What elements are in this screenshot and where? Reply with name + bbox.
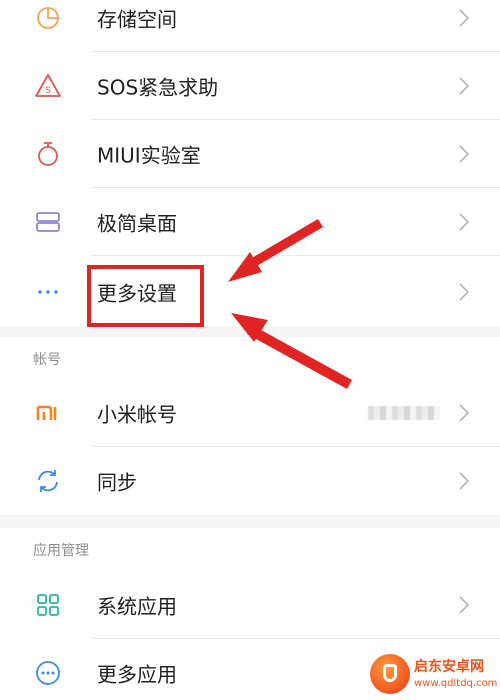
- chevron-right-icon: [458, 76, 470, 96]
- chevron-right-icon: [458, 282, 470, 302]
- site-watermark: 启东安卓网 www.qdltdq.com: [368, 652, 498, 698]
- sync-icon: [34, 467, 62, 495]
- settings-item-label: SOS紧急求助: [97, 75, 219, 100]
- section-title: 帐号: [33, 352, 61, 368]
- settings-item-label: 极简桌面: [97, 211, 177, 236]
- watermark-url: www.qdltdq.com: [414, 678, 498, 689]
- settings-item-sos[interactable]: S SOS紧急求助: [0, 52, 500, 120]
- section-header-app-management: 应用管理: [0, 528, 500, 570]
- settings-item-label: 更多应用: [97, 662, 177, 687]
- settings-item-storage[interactable]: 存储空间: [0, 0, 500, 52]
- more-apps-icon: [34, 659, 62, 687]
- settings-item-more-settings[interactable]: 更多设置: [0, 258, 500, 326]
- settings-item-sync[interactable]: 同步: [0, 447, 500, 515]
- settings-item-label: 系统应用: [97, 594, 177, 619]
- section-gap: [0, 515, 500, 528]
- svg-text:S: S: [45, 86, 51, 96]
- watermark-title: 启东安卓网: [414, 659, 484, 675]
- minimal-desktop-icon: [34, 208, 62, 236]
- settings-item-minimal-desktop[interactable]: 极简桌面: [0, 188, 500, 256]
- settings-item-label: 同步: [97, 470, 137, 495]
- storage-pie-icon: [34, 4, 62, 32]
- chevron-right-icon: [458, 471, 470, 491]
- settings-item-miui-lab[interactable]: MIUI实验室: [0, 120, 500, 188]
- section-header-account: 帐号: [0, 337, 500, 379]
- chevron-right-icon: [458, 212, 470, 232]
- settings-item-label: MIUI实验室: [97, 143, 201, 168]
- settings-item-system-apps[interactable]: 系统应用: [0, 571, 500, 639]
- settings-item-mi-account[interactable]: 小米帐号: [0, 379, 500, 447]
- lab-flask-icon: [34, 140, 62, 168]
- sos-warning-icon: S: [34, 72, 62, 100]
- mi-logo-icon: [34, 399, 62, 427]
- settings-item-label: 存储空间: [97, 7, 177, 32]
- settings-screen: 存储空间 S SOS紧急求助 MIUI实验室 极简桌面 更多设置 帐号 小米帐号…: [0, 0, 500, 700]
- chevron-right-icon: [458, 595, 470, 615]
- divider: [92, 255, 500, 256]
- chevron-right-icon: [458, 403, 470, 423]
- system-apps-grid-icon: [34, 591, 62, 619]
- watermark-logo-icon: [370, 654, 410, 694]
- highlight-box: [87, 265, 204, 327]
- settings-item-label: 小米帐号: [97, 402, 177, 427]
- chevron-right-icon: [458, 8, 470, 28]
- more-dots-icon: [34, 278, 62, 306]
- section-title: 应用管理: [33, 543, 89, 559]
- section-gap: [0, 326, 500, 337]
- account-id-blurred: [368, 406, 440, 420]
- chevron-right-icon: [458, 144, 470, 164]
